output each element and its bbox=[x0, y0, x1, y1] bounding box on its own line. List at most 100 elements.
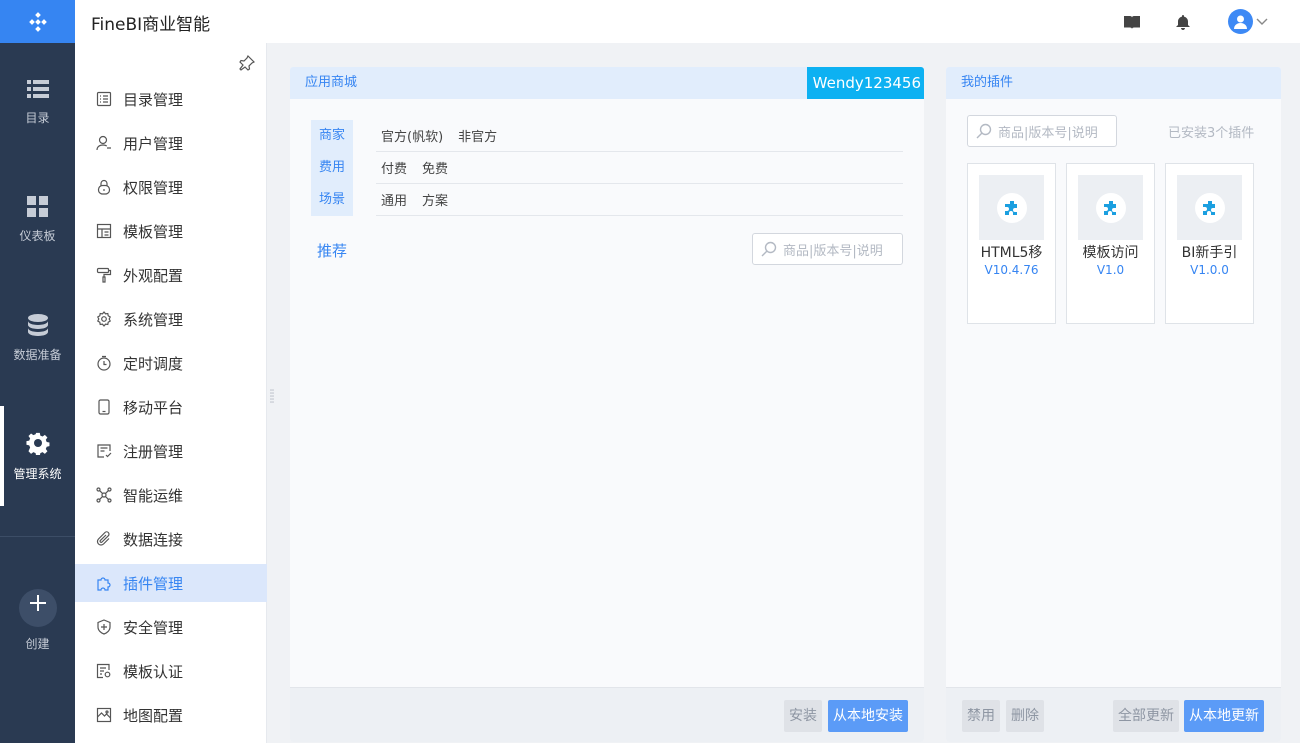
registration-icon bbox=[97, 444, 112, 458]
sidebar-item-ops[interactable]: 智能运维 bbox=[75, 476, 267, 514]
sidebar-item-templates[interactable]: 模板管理 bbox=[75, 212, 267, 250]
sidebar-item-registration[interactable]: 注册管理 bbox=[75, 432, 267, 470]
sidebar-item-appearance[interactable]: 外观配置 bbox=[75, 256, 267, 294]
filter-option[interactable]: 免费 bbox=[422, 158, 448, 177]
sidebar-item-label: 数据连接 bbox=[123, 530, 184, 549]
sidebar-item-label: 系统管理 bbox=[123, 310, 184, 329]
filter-row-vendor: 商家 官方(帆软) 非官方 bbox=[311, 120, 903, 152]
search-icon bbox=[761, 241, 777, 257]
sidebar-item-permissions[interactable]: 权限管理 bbox=[75, 168, 267, 206]
chevron-down-icon[interactable] bbox=[1253, 13, 1271, 31]
filter-label: 商家 bbox=[311, 120, 353, 152]
sidebar-item-label: 模板管理 bbox=[123, 222, 184, 241]
timer-icon bbox=[97, 355, 111, 371]
user-icon bbox=[96, 135, 111, 151]
rail-item-label: 数据准备 bbox=[13, 347, 62, 362]
sidebar-item-data-connection[interactable]: 数据连接 bbox=[75, 520, 267, 558]
filter-option[interactable]: 方案 bbox=[422, 190, 448, 209]
create-button[interactable] bbox=[18, 588, 57, 627]
plugin-version: V10.4.76 bbox=[984, 263, 1039, 277]
paperclip-icon bbox=[96, 531, 110, 546]
sidebar-item-label: 移动平台 bbox=[123, 398, 184, 417]
sidebar-item-label: 插件管理 bbox=[123, 574, 184, 593]
avatar[interactable] bbox=[1228, 9, 1253, 34]
rail-item-admin[interactable]: 管理系统 bbox=[0, 406, 75, 506]
plugin-card[interactable]: HTML5移 V10.4.76 bbox=[967, 163, 1056, 324]
plugin-version: V1.0.0 bbox=[1190, 263, 1229, 277]
help-book-icon[interactable] bbox=[1123, 13, 1141, 31]
install-button[interactable]: 安装 bbox=[784, 700, 822, 732]
lock-icon bbox=[97, 179, 111, 195]
sidebar-item-mobile[interactable]: 移动平台 bbox=[75, 388, 267, 426]
disable-button[interactable]: 禁用 bbox=[962, 700, 1000, 732]
sidebar-item-label: 地图配置 bbox=[123, 706, 184, 725]
app-title: FineBI商业智能 bbox=[91, 15, 211, 35]
rail-item-data-prep[interactable]: 数据准备 bbox=[0, 288, 75, 388]
settings-icon bbox=[97, 311, 111, 327]
sidebar-item-label: 定时调度 bbox=[123, 354, 184, 373]
top-bar: FineBI商业智能 bbox=[75, 0, 1300, 43]
plugin-search-input[interactable]: 商品|版本号|说明 bbox=[967, 115, 1117, 147]
sidebar-item-template-cert[interactable]: 模板认证 bbox=[75, 652, 267, 690]
install-local-button[interactable]: 从本地安装 bbox=[828, 700, 908, 732]
filter-option[interactable]: 非官方 bbox=[458, 126, 497, 145]
rail-item-label: 管理系统 bbox=[13, 466, 62, 481]
sidebar-item-label: 智能运维 bbox=[123, 486, 184, 505]
map-icon bbox=[96, 707, 112, 723]
sidebar-item-label: 注册管理 bbox=[123, 442, 184, 461]
filter-label: 费用 bbox=[311, 152, 353, 184]
puzzle-icon bbox=[1202, 200, 1215, 215]
sidebar-item-plugins[interactable]: 插件管理 bbox=[75, 564, 267, 602]
tab-recommended[interactable]: 推荐 bbox=[317, 240, 347, 261]
network-icon bbox=[96, 487, 112, 503]
rail-item-catalog[interactable]: 目录 bbox=[0, 52, 75, 152]
sidebar-item-map[interactable]: 地图配置 bbox=[75, 696, 267, 734]
sidebar-item-label: 外观配置 bbox=[123, 266, 184, 285]
filter-options: 付费 免费 bbox=[376, 152, 903, 184]
delete-button[interactable]: 删除 bbox=[1006, 700, 1044, 732]
sidebar-item-schedule[interactable]: 定时调度 bbox=[75, 344, 267, 382]
filter-option[interactable]: 官方(帆软) bbox=[381, 126, 443, 145]
rail-item-create[interactable]: 创建 bbox=[0, 570, 75, 670]
plugin-thumbnail bbox=[1177, 175, 1242, 240]
store-search-input[interactable]: 商品|版本号|说明 bbox=[752, 233, 903, 265]
sidebar-item-label: 用户管理 bbox=[123, 134, 184, 153]
rail-divider bbox=[0, 536, 75, 537]
rail-item-label: 仪表板 bbox=[19, 229, 56, 243]
sidebar-item-catalog[interactable]: 目录管理 bbox=[75, 80, 267, 118]
admin-sidebar: 目录管理 用户管理 权限管理 模板管理 外观配置 系统管理 定时调度 移动平台 … bbox=[75, 43, 267, 743]
pin-icon[interactable] bbox=[239, 54, 256, 75]
rail-item-dashboard[interactable]: 仪表板 bbox=[0, 170, 75, 270]
app-logo[interactable] bbox=[0, 0, 75, 43]
bell-icon[interactable] bbox=[1174, 13, 1192, 31]
filter-row-scenario: 场景 通用 方案 bbox=[311, 184, 903, 216]
resize-handle[interactable] bbox=[270, 388, 274, 403]
puzzle-icon bbox=[1103, 200, 1116, 215]
database-icon bbox=[27, 313, 48, 336]
sidebar-item-security[interactable]: 安全管理 bbox=[75, 608, 267, 646]
plugin-name: BI新手引 bbox=[1181, 245, 1238, 261]
plugin-thumbnail bbox=[979, 175, 1044, 240]
user-icon bbox=[1234, 15, 1247, 29]
plugin-thumbnail bbox=[1078, 175, 1143, 240]
plugin-card[interactable]: BI新手引 V1.0.0 bbox=[1165, 163, 1254, 324]
plugin-name: HTML5移 bbox=[980, 245, 1043, 261]
filter-options: 官方(帆软) 非官方 bbox=[376, 120, 903, 152]
plugin-card[interactable]: 模板访问 V1.0 bbox=[1066, 163, 1155, 324]
list-icon bbox=[26, 79, 49, 98]
plugin-version: V1.0 bbox=[1096, 263, 1125, 277]
update-all-button[interactable]: 全部更新 bbox=[1113, 700, 1179, 732]
plugin-name: 模板访问 bbox=[1082, 245, 1139, 261]
list-box-icon bbox=[96, 91, 112, 107]
filter-option[interactable]: 通用 bbox=[381, 190, 407, 209]
certificate-icon bbox=[96, 663, 111, 679]
filter-options: 通用 方案 bbox=[376, 184, 903, 216]
filter-option[interactable]: 付费 bbox=[381, 158, 407, 177]
plugins-footer: 禁用 删除 全部更新 从本地更新 bbox=[946, 687, 1281, 742]
app-store-panel: 应用商城 Wendy123456 商家 官方(帆软) 非官方 费用 付费 免费 … bbox=[290, 67, 924, 742]
sidebar-item-system[interactable]: 系统管理 bbox=[75, 300, 267, 338]
puzzle-icon bbox=[97, 577, 111, 591]
update-local-button[interactable]: 从本地更新 bbox=[1184, 700, 1264, 732]
user-badge[interactable]: Wendy123456 bbox=[806, 67, 924, 99]
sidebar-item-users[interactable]: 用户管理 bbox=[75, 124, 267, 162]
